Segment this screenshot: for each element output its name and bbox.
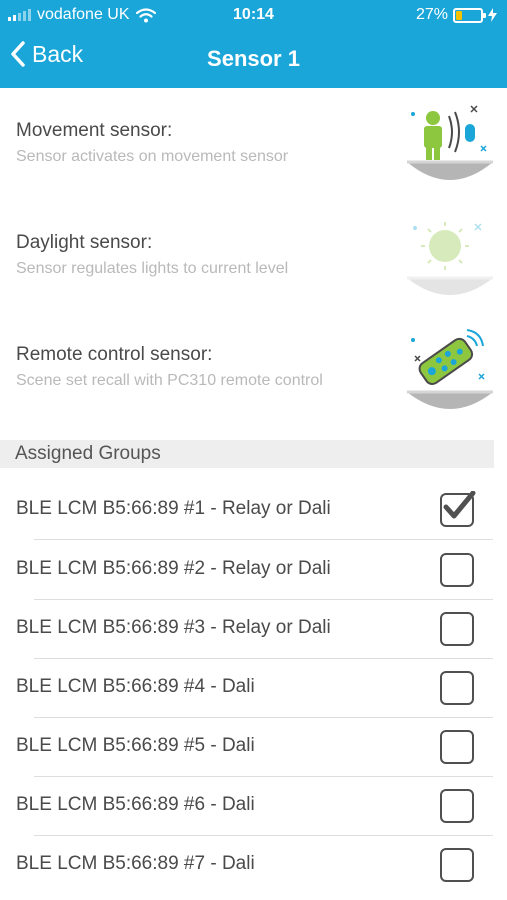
sensor-row-daylight[interactable]: Daylight sensor: Sensor regulates lights… <box>0 210 507 310</box>
sensor-name: Daylight sensor: <box>16 232 153 253</box>
remote-control-icon[interactable] <box>405 326 495 410</box>
sensor-row-remote-control[interactable]: Remote control sensor: Scene set recall … <box>0 322 507 422</box>
status-right: 27% <box>416 6 497 24</box>
status-bar: vodafone UK 10:14 27% <box>0 0 507 30</box>
group-label: BLE LCM B5:66:89 #3 - Relay or Dali <box>16 617 331 638</box>
sensor-description: Sensor regulates lights to current level <box>16 260 289 277</box>
sensor-row-movement[interactable]: Movement sensor: Sensor activates on mov… <box>0 98 507 198</box>
group-checkbox[interactable] <box>440 553 474 587</box>
group-row[interactable]: BLE LCM B5:66:89 #3 - Relay or Dali <box>0 599 507 659</box>
battery-percent: 27% <box>415 6 448 23</box>
checkmark-icon <box>443 491 476 519</box>
group-label: BLE LCM B5:66:89 #4 - Dali <box>16 676 255 697</box>
daylight-sensor-icon[interactable] <box>405 214 495 298</box>
app-header: vodafone UK 10:14 27% Back Sensor 1 <box>0 0 507 88</box>
group-row[interactable]: BLE LCM B5:66:89 #1 - Relay or Dali <box>0 480 507 540</box>
charging-bolt-icon <box>488 8 497 22</box>
sensor-description: Scene set recall with PC310 remote contr… <box>16 372 323 389</box>
group-checkbox[interactable] <box>440 848 474 882</box>
group-row[interactable]: BLE LCM B5:66:89 #7 - Dali <box>0 835 507 895</box>
group-row[interactable]: BLE LCM B5:66:89 #2 - Relay or Dali <box>0 540 507 600</box>
battery-icon <box>453 7 486 23</box>
group-label: BLE LCM B5:66:89 #7 - Dali <box>16 853 255 874</box>
sensor-description: Sensor activates on movement sensor <box>16 148 289 165</box>
group-checkbox[interactable] <box>440 671 474 705</box>
group-checkbox[interactable] <box>440 730 474 764</box>
group-row[interactable]: BLE LCM B5:66:89 #5 - Dali <box>0 717 507 777</box>
group-label: BLE LCM B5:66:89 #5 - Dali <box>16 735 255 756</box>
assigned-groups-header: Assigned Groups <box>0 440 494 468</box>
navigation-bar: Back Sensor 1 <box>0 38 507 80</box>
group-row[interactable]: BLE LCM B5:66:89 #6 - Dali <box>0 776 507 836</box>
group-label: BLE LCM B5:66:89 #2 - Relay or Dali <box>16 558 331 579</box>
sensor-name: Remote control sensor: <box>16 344 213 365</box>
group-label: BLE LCM B5:66:89 #1 - Relay or Dali <box>16 498 331 519</box>
sensor-name: Movement sensor: <box>16 120 173 141</box>
group-checkbox[interactable] <box>440 491 476 527</box>
page-title: Sensor 1 <box>207 46 300 71</box>
group-row[interactable]: BLE LCM B5:66:89 #4 - Dali <box>0 658 507 718</box>
group-checkbox[interactable] <box>440 789 474 823</box>
movement-sensor-icon[interactable] <box>405 102 495 186</box>
group-label: BLE LCM B5:66:89 #6 - Dali <box>16 794 255 815</box>
section-title: Assigned Groups <box>15 443 161 464</box>
group-checkbox[interactable] <box>440 612 474 646</box>
